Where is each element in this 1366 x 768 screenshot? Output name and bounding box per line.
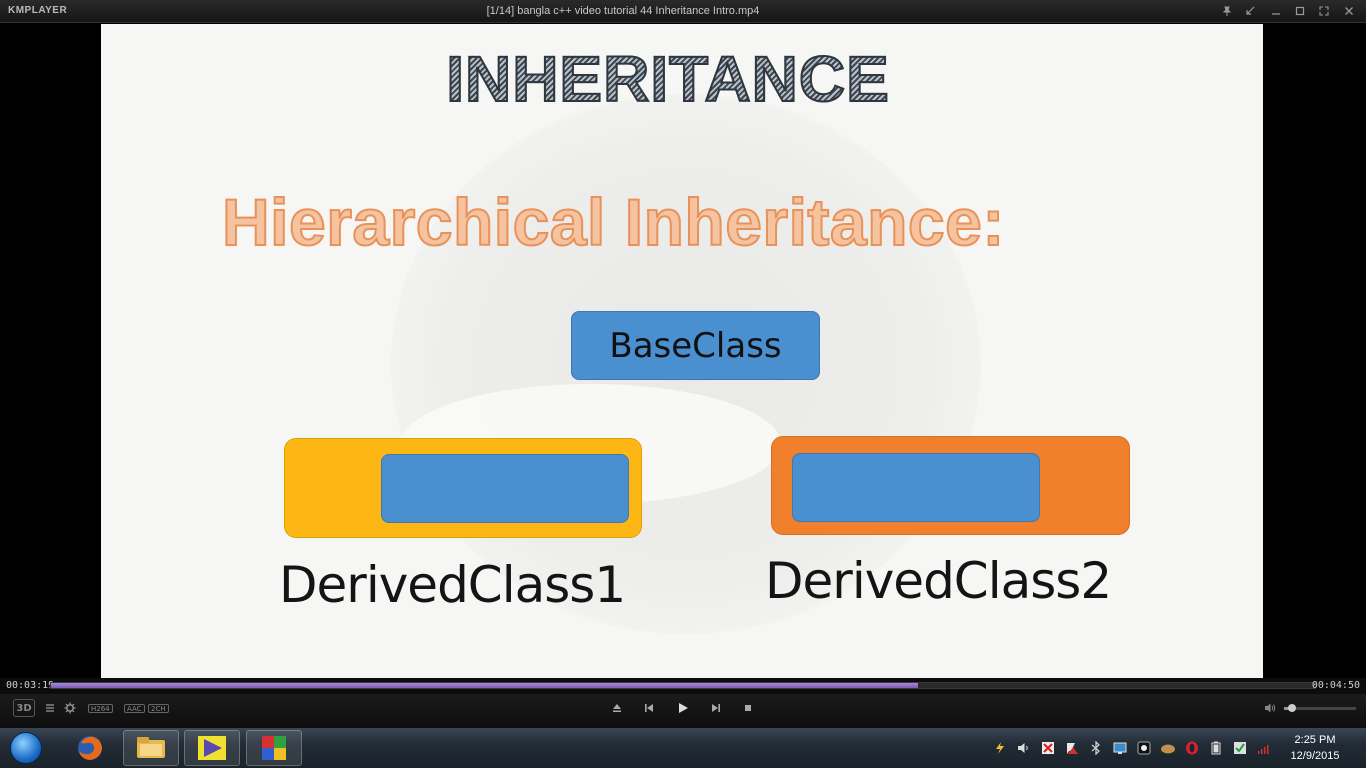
derived-class2-inner-box <box>792 453 1040 522</box>
system-clock[interactable]: 2:25 PM 12/9/2015 <box>1280 732 1350 764</box>
base-class-label: BaseClass <box>609 326 782 366</box>
eject-icon[interactable] <box>609 700 625 716</box>
derived-class1-inner-box <box>381 454 629 523</box>
seek-progress <box>51 683 919 688</box>
settings-icon[interactable] <box>62 700 78 716</box>
fullscreen-icon[interactable] <box>1314 2 1334 20</box>
channels-badge: 2CH <box>148 704 169 713</box>
volume-slider[interactable] <box>1284 704 1356 712</box>
slide-subtitle: Hierarchical Inheritance: <box>221 184 1005 260</box>
update-check-icon[interactable] <box>1232 740 1248 756</box>
signal-strength-icon[interactable] <box>1256 740 1272 756</box>
window-title: [1/14] bangla c++ video tutorial 44 Inhe… <box>486 5 760 17</box>
action-center-icon[interactable] <box>1064 740 1080 756</box>
3d-button[interactable]: 3D <box>13 699 35 717</box>
stop-icon[interactable] <box>740 700 756 716</box>
media-player-icon[interactable] <box>184 730 240 766</box>
play-icon[interactable] <box>674 699 692 717</box>
video-area[interactable]: INHERITANCE Hierarchical Inheritance: Ba… <box>0 24 1366 678</box>
video-frame: INHERITANCE Hierarchical Inheritance: Ba… <box>101 24 1263 678</box>
taskbar: 2:25 PM 12/9/2015 <box>0 728 1366 768</box>
file-explorer-icon[interactable] <box>123 730 179 766</box>
derived-class1-label: DerivedClass1 <box>279 556 626 614</box>
windows-logo-icon <box>10 732 42 764</box>
network-icon[interactable] <box>1112 740 1128 756</box>
audio-codec-badge: AAC <box>124 704 145 713</box>
derived-class2-label: DerivedClass2 <box>765 552 1112 610</box>
opera-icon[interactable] <box>1184 740 1200 756</box>
volume-icon[interactable] <box>1262 700 1278 716</box>
slide-title: INHERITANCE <box>101 42 1235 116</box>
kmplayer-icon[interactable] <box>246 730 302 766</box>
total-time: 00:04:50 <box>1311 680 1360 691</box>
app-tray-icon[interactable] <box>1136 740 1152 756</box>
battery-icon[interactable] <box>1208 740 1224 756</box>
close-icon[interactable] <box>1339 2 1359 20</box>
power-plan-icon[interactable] <box>992 740 1008 756</box>
playlist-icon[interactable] <box>42 700 58 716</box>
next-icon[interactable] <box>708 700 724 716</box>
cloud-app-icon[interactable] <box>1160 740 1176 756</box>
clock-time: 2:25 PM <box>1294 734 1336 746</box>
current-time: 00:03:19 <box>6 680 55 691</box>
seek-row: 00:03:19 00:04:50 <box>0 678 1366 694</box>
pin-icon[interactable] <box>1217 2 1237 20</box>
base-class-box: BaseClass <box>571 311 820 380</box>
speaker-icon[interactable] <box>1016 740 1032 756</box>
start-button[interactable] <box>6 730 46 766</box>
codec-badge: H264 <box>88 704 113 713</box>
seek-bar[interactable] <box>50 682 1316 689</box>
previous-icon[interactable] <box>641 700 657 716</box>
derived-class1-box <box>284 438 642 538</box>
antivirus-icon[interactable] <box>1040 740 1056 756</box>
minimize-icon[interactable] <box>1266 2 1286 20</box>
compact-mode-icon[interactable] <box>1240 2 1260 20</box>
control-bar: 3D H264 AAC 2CH <box>0 694 1366 728</box>
firefox-icon[interactable] <box>62 730 118 766</box>
derived-class2-box <box>771 436 1130 535</box>
title-bar: KMPLAYER [1/14] bangla c++ video tutoria… <box>0 0 1366 23</box>
clock-date: 12/9/2015 <box>1290 750 1340 762</box>
maximize-icon[interactable] <box>1290 2 1310 20</box>
bluetooth-icon[interactable] <box>1088 740 1104 756</box>
volume-knob[interactable] <box>1287 704 1296 712</box>
